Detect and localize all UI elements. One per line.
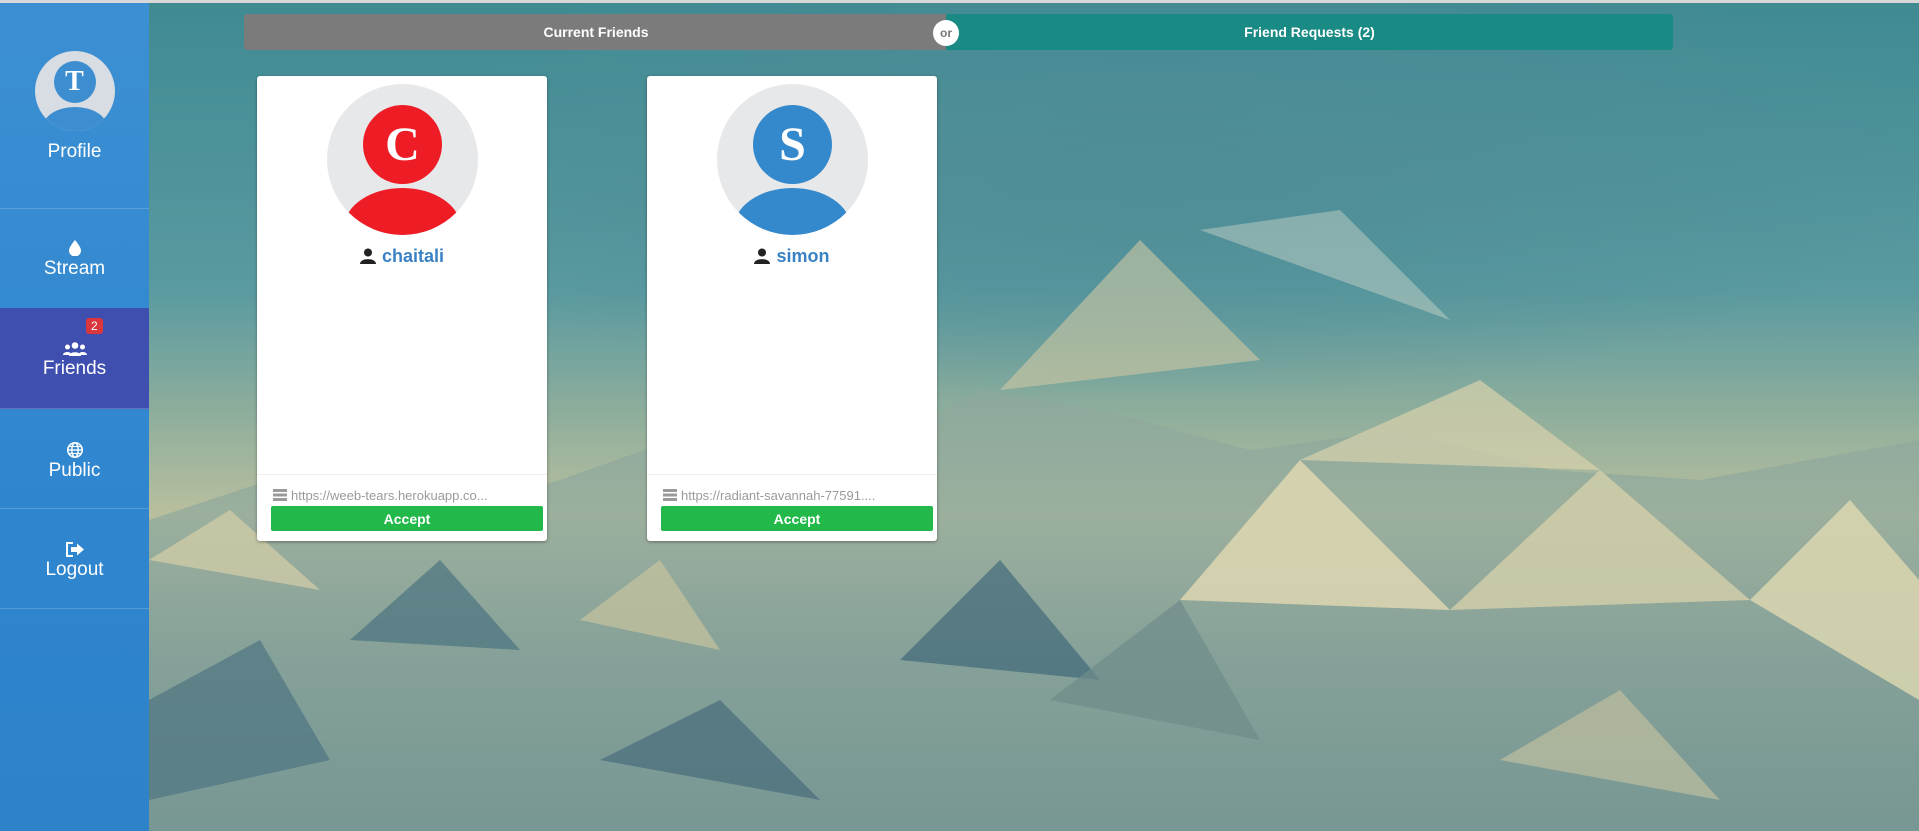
avatar-body (734, 188, 851, 235)
drop-icon (68, 240, 81, 256)
avatar: S (717, 84, 868, 235)
sidebar-item-label: Friends (42, 358, 107, 379)
sidebar-item-label: Stream (43, 258, 106, 279)
user-icon (359, 248, 376, 264)
avatar-initial: C (363, 105, 442, 184)
sidebar-item-label: Logout (45, 559, 104, 580)
accept-button[interactable]: Accept (661, 506, 933, 531)
users-icon (62, 342, 87, 356)
user-icon (754, 248, 771, 264)
friend-request-card: C chaitali https://weeb-tears.herokuapp.… (257, 76, 547, 541)
friend-name: simon (776, 246, 830, 266)
sidebar-item-label: Public (48, 460, 101, 481)
tab-current-friends[interactable]: Current Friends (244, 14, 948, 50)
friend-name-link[interactable]: chaitali (257, 246, 547, 267)
card-footer: https://radiant-savannah-77591.... Accep… (647, 474, 937, 531)
profile-initial: T (53, 61, 96, 103)
friend-name: chaitali (381, 246, 445, 266)
sidebar: T Profile Stream 2 Friends Public Logout (0, 3, 149, 831)
or-separator: or (933, 20, 959, 46)
friends-badge: 2 (86, 318, 103, 334)
friend-name-link[interactable]: simon (647, 246, 937, 267)
sidebar-item-profile[interactable]: T Profile (0, 3, 149, 209)
host-url: https://weeb-tears.herokuapp.co... (273, 488, 523, 503)
profile-avatar: T (34, 51, 115, 131)
host-url-text: https://weeb-tears.herokuapp.co... (291, 488, 488, 503)
sidebar-item-public[interactable]: Public (0, 408, 149, 509)
accept-button[interactable]: Accept (271, 506, 543, 531)
host-url: https://radiant-savannah-77591.... (663, 488, 913, 503)
avatar-initial: S (753, 105, 832, 184)
host-url-text: https://radiant-savannah-77591.... (681, 488, 876, 503)
card-footer: https://weeb-tears.herokuapp.co... Accep… (257, 474, 547, 531)
sidebar-item-label: Profile (47, 141, 102, 162)
avatar: C (327, 84, 478, 235)
avatar-body (344, 188, 461, 235)
sidebar-item-friends[interactable]: 2 Friends (0, 308, 149, 409)
globe-icon (66, 442, 83, 458)
friend-request-card: S simon https://radiant-savannah-77591..… (647, 76, 937, 541)
tab-friend-requests[interactable]: Friend Requests (2) (946, 14, 1673, 50)
sidebar-item-stream[interactable]: Stream (0, 208, 149, 309)
sign-out-icon (65, 542, 84, 557)
server-icon (273, 489, 287, 501)
profile-avatar-body (42, 107, 107, 131)
sidebar-item-logout[interactable]: Logout (0, 508, 149, 609)
server-icon (663, 489, 677, 501)
